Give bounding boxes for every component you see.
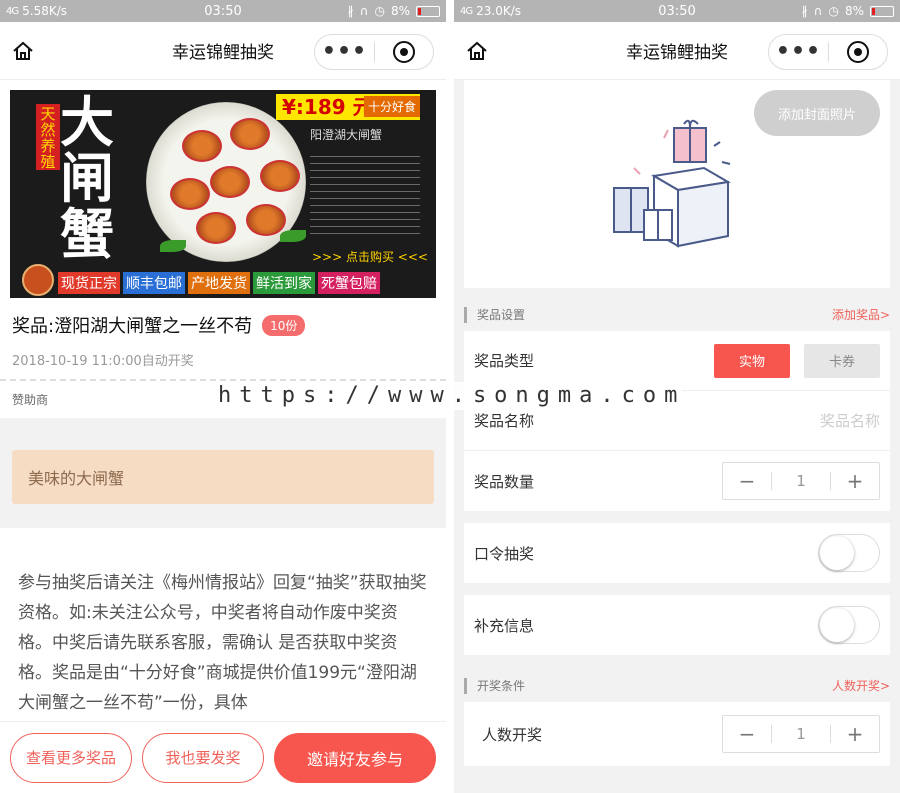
prize-type-label: 奖品类型 <box>474 352 535 370</box>
banner-tags: 现货正宗 顺丰包邮 产地发货 鲜活到家 死蟹包赔 <box>58 272 380 294</box>
quantity-value[interactable]: 1 <box>771 472 831 490</box>
close-mini-program-button[interactable] <box>829 41 887 63</box>
target-close-icon <box>847 41 869 63</box>
crab-icon <box>260 160 300 192</box>
nav-bar: 幸运锦鲤抽奖 ••• <box>454 22 900 80</box>
password-draw-toggle[interactable] <box>818 534 880 572</box>
add-cover-photo-button[interactable]: 添加封面照片 <box>754 90 880 136</box>
mini-program-capsule: ••• <box>314 34 434 70</box>
publish-prize-button[interactable]: 我也要发奖 <box>142 732 264 783</box>
increment-button[interactable]: + <box>831 722 879 746</box>
clock: 03:50 <box>204 3 242 19</box>
password-draw-label: 口令抽奖 <box>474 544 535 563</box>
status-bar: 4G 5.58K/s 03:50 ∦ ∩ ◷ 8% <box>0 0 446 22</box>
banner-description-text <box>310 150 420 240</box>
draw-conditions-group: 人数开奖 − 1 + <box>464 702 890 766</box>
prize-quantity-row: 奖品数量 − 1 + <box>464 451 890 511</box>
clock: 03:50 <box>658 3 696 19</box>
add-prize-link[interactable]: 添加奖品> <box>832 306 890 323</box>
bottom-action-bar: 查看更多奖品 我也要发奖 邀请好友参与 <box>0 721 446 793</box>
people-draw-row: 人数开奖 − 1 + <box>464 702 890 766</box>
nav-bar: 幸运锦鲤抽奖 ••• <box>0 22 446 80</box>
sponsor-section: 美味的大闸蟹 <box>0 418 446 528</box>
sponsor-name[interactable]: 美味的大闸蟹 <box>12 450 434 504</box>
more-menu-button[interactable]: ••• <box>315 41 374 63</box>
prize-type-coupon-option[interactable]: 卡券 <box>804 343 880 378</box>
prize-settings-header: 奖品设置 添加奖品> <box>454 288 900 331</box>
crab-icon <box>182 130 222 162</box>
prize-type-physical-option[interactable]: 实物 <box>714 343 790 378</box>
crab-icon <box>210 166 250 198</box>
banner-tag: 鲜活到家 <box>253 272 315 294</box>
leaf-icon <box>160 240 186 252</box>
battery-icon <box>416 5 440 17</box>
extra-info-row: 补充信息 <box>464 595 890 655</box>
banner-subtitle: 阳澄湖大闸蟹 <box>310 128 383 142</box>
watermark-text: https://www.songma.com <box>218 382 686 410</box>
password-draw-row: 口令抽奖 <box>464 523 890 583</box>
prize-image-card: 天然养殖 大闸蟹 ¥:189 元/8只 十分好食 阳澄湖大闸蟹 >>> 点击购买… <box>0 80 446 298</box>
section-marker <box>464 306 467 323</box>
more-menu-button[interactable]: ••• <box>769 41 828 63</box>
banner-tag: 死蟹包赔 <box>318 272 380 294</box>
extra-info-label: 补充信息 <box>474 616 535 635</box>
crab-icon <box>246 204 286 236</box>
crab-icon <box>196 212 236 244</box>
people-draw-label: 人数开奖 <box>482 725 543 744</box>
home-icon[interactable] <box>12 40 34 62</box>
draw-conditions-header: 开奖条件 人数开奖> <box>454 655 900 702</box>
banner-tag: 现货正宗 <box>58 272 120 294</box>
target-close-icon <box>393 41 415 63</box>
banner-tag: 产地发货 <box>188 272 250 294</box>
battery-icon <box>870 5 894 17</box>
people-count-stepper: − 1 + <box>722 715 880 753</box>
people-count-value[interactable]: 1 <box>771 725 831 743</box>
prize-settings-group: 奖品类型 实物 卡券 奖品名称 奖品名称 奖品数量 − 1 + <box>464 331 890 511</box>
section-title: 开奖条件 <box>477 679 526 693</box>
cover-photo-area[interactable]: 添加封面照片 <box>464 80 890 288</box>
decrement-button[interactable]: − <box>723 469 771 493</box>
draw-time: 2018-10-19 11:0:00自动开奖 <box>0 346 446 381</box>
more-prizes-button[interactable]: 查看更多奖品 <box>10 732 132 783</box>
prize-title-row: 奖品:澄阳湖大闸蟹之一丝不苟 10份 <box>0 298 446 346</box>
home-icon[interactable] <box>466 40 488 62</box>
banner-tag: 顺丰包邮 <box>123 272 185 294</box>
crab-icon <box>230 118 270 150</box>
crab-icon <box>170 178 210 210</box>
prize-quantity-label: 奖品数量 <box>474 472 535 491</box>
banner-buy-text: >>> 点击购买 <<< <box>312 250 428 264</box>
prize-name: 奖品:澄阳湖大闸蟹之一丝不苟 <box>12 316 253 337</box>
prize-banner-image[interactable]: 天然养殖 大闸蟹 ¥:189 元/8只 十分好食 阳澄湖大闸蟹 >>> 点击购买… <box>10 90 436 298</box>
invite-friends-button[interactable]: 邀请好友参与 <box>274 732 436 783</box>
gift-box-illustration <box>613 119 731 248</box>
increment-button[interactable]: + <box>831 469 879 493</box>
extra-info-toggle[interactable] <box>818 606 880 644</box>
prize-name-input[interactable]: 奖品名称 <box>820 410 880 431</box>
section-title: 奖品设置 <box>477 308 526 322</box>
draw-by-people-link[interactable]: 人数开奖> <box>832 677 890 694</box>
section-marker <box>464 677 467 694</box>
mini-program-capsule: ••• <box>768 34 888 70</box>
prize-quantity-stepper: − 1 + <box>722 462 880 500</box>
brand-logo <box>22 264 54 296</box>
banner-price-note: 十分好食 <box>364 96 421 117</box>
banner-headline: 大闸蟹 <box>60 90 114 266</box>
prize-name-label: 奖品名称 <box>474 412 535 430</box>
prize-count-badge: 10份 <box>262 314 306 336</box>
leaf-icon <box>280 230 306 242</box>
close-mini-program-button[interactable] <box>375 41 433 63</box>
decrement-button[interactable]: − <box>723 722 771 746</box>
status-bar: 4G 23.0K/s 03:50 ∦ ∩ ◷ 8% <box>454 0 900 22</box>
